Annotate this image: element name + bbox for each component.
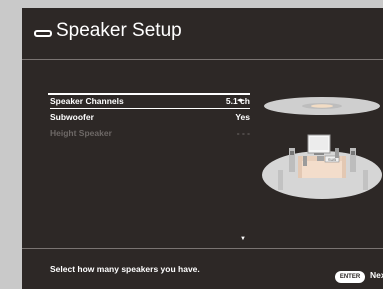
setting-label: Height Speaker xyxy=(50,128,112,138)
footer-divider xyxy=(22,248,383,249)
settings-list: Speaker Channels 5.1 ch Subwoofer Yes He… xyxy=(48,93,250,141)
header-divider xyxy=(22,59,383,60)
left-right-arrows-icon[interactable]: ◂▸ xyxy=(237,96,244,104)
page-title: Speaker Setup xyxy=(56,20,182,41)
setting-speaker-channels[interactable]: Speaker Channels 5.1 ch xyxy=(48,93,250,109)
speaker-setup-screen: Speaker Setup Speaker Channels 5.1 ch Su… xyxy=(22,8,383,289)
setting-value: - - - xyxy=(236,128,250,138)
setting-height-speaker: Height Speaker - - - xyxy=(50,125,250,141)
header: Speaker Setup xyxy=(22,8,383,58)
help-text: Select how many speakers you have. xyxy=(50,264,200,274)
enter-button-icon[interactable]: ENTER xyxy=(335,271,365,283)
speaker-layout-illustration: SUB xyxy=(262,97,382,199)
setup-menu-icon xyxy=(34,30,52,37)
setting-value: Yes xyxy=(235,112,250,122)
next-label[interactable]: Next xyxy=(370,270,383,280)
front-right-speaker-icon xyxy=(335,148,339,158)
center-speaker-icon xyxy=(317,156,324,161)
front-left-speaker-icon xyxy=(303,156,307,166)
setting-label: Speaker Channels xyxy=(50,96,124,106)
rear-right-speaker-icon xyxy=(363,170,368,190)
rear-left-speaker-icon xyxy=(278,170,283,190)
scroll-down-icon[interactable]: ▼ xyxy=(240,236,246,242)
setting-label: Subwoofer xyxy=(50,112,94,122)
setting-subwoofer[interactable]: Subwoofer Yes xyxy=(50,109,250,125)
